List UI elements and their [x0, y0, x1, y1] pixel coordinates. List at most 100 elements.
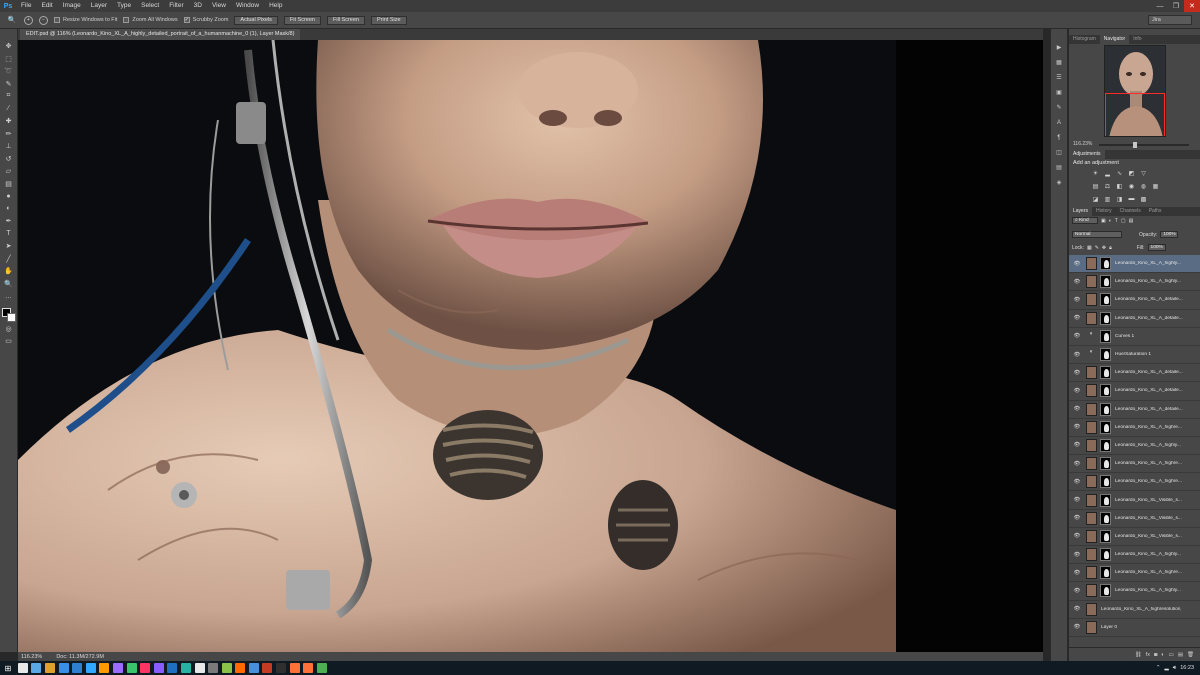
layer-thumbnail[interactable]: [1086, 438, 1097, 452]
layer-row[interactable]: 👁︎ Leonardo_Kino_XL_A_highre...: [1069, 419, 1200, 437]
menu-view[interactable]: View: [207, 0, 231, 12]
doc-size-readout[interactable]: Doc: 11.3M/272.9M: [56, 654, 104, 660]
clock[interactable]: 16:23: [1180, 665, 1194, 671]
tool-presets-icon[interactable]: ▤: [1054, 163, 1064, 172]
visibility-eye-icon[interactable]: 👁︎: [1073, 533, 1081, 539]
canvas-area[interactable]: [18, 40, 1043, 652]
hue-saturation-icon[interactable]: ▤: [1091, 182, 1100, 190]
visibility-eye-icon[interactable]: 👁︎: [1073, 461, 1081, 467]
taskbar-app-icon[interactable]: [221, 663, 232, 673]
layer-thumbnail[interactable]: [1086, 384, 1097, 398]
visibility-eye-icon[interactable]: 👁︎: [1073, 388, 1081, 394]
layer-thumbnail[interactable]: [1086, 529, 1097, 543]
dodge-tool-icon[interactable]: ◐: [3, 204, 15, 215]
taskbar-app-icon[interactable]: [112, 663, 123, 673]
play-icon[interactable]: ▶: [1054, 43, 1064, 52]
volume-icon[interactable]: 🔊︎: [1173, 665, 1176, 672]
scrubby-zoom-option[interactable]: ✓ Scrubby Zoom: [183, 17, 228, 23]
filter-pixel-icon[interactable]: ▣: [1101, 218, 1106, 224]
quick-select-tool-icon[interactable]: ✎: [3, 79, 15, 90]
visibility-eye-icon[interactable]: 👁︎: [1073, 515, 1081, 521]
layer-row[interactable]: 👁︎ Leonardo_Kino_XL_A_highre...: [1069, 455, 1200, 474]
lasso-tool-icon[interactable]: ➰: [3, 66, 15, 77]
kind-filter-select[interactable]: ⌕ Kind: [1072, 217, 1098, 224]
visibility-eye-icon[interactable]: 👁︎: [1073, 406, 1081, 412]
gradient-tool-icon[interactable]: ▤: [3, 179, 15, 190]
layer-mask-thumbnail[interactable]: [1100, 402, 1111, 416]
workspace-select[interactable]: Jira: [1148, 15, 1192, 25]
background-color-swatch[interactable]: [6, 312, 16, 322]
hand-tool-icon[interactable]: ✋: [3, 266, 15, 277]
start-button[interactable]: ⊞: [0, 661, 16, 675]
taskbar-app-icon[interactable]: [44, 663, 55, 673]
navigator-zoom-field[interactable]: 116.23%: [1073, 141, 1092, 147]
layer-row[interactable]: 👁︎ Layer 0: [1069, 619, 1200, 637]
visibility-eye-icon[interactable]: 👁︎: [1073, 315, 1081, 321]
color-lookup-icon[interactable]: ▦: [1151, 182, 1160, 190]
taskbar-app-icon[interactable]: [99, 663, 110, 673]
fit-screen-button[interactable]: Fit Screen: [283, 15, 321, 25]
threshold-icon[interactable]: ◨: [1115, 195, 1124, 203]
taskbar-app-icon[interactable]: [85, 663, 96, 673]
fill-field[interactable]: 100%: [1147, 244, 1166, 251]
quick-mask-icon[interactable]: ◎: [3, 324, 15, 335]
tab-channels[interactable]: Channels: [1116, 207, 1145, 216]
taskbar-app-icon[interactable]: [153, 663, 164, 673]
visibility-eye-icon[interactable]: 👁︎: [1073, 279, 1081, 285]
visibility-eye-icon[interactable]: 👁︎: [1073, 497, 1081, 503]
layer-mask-thumbnail[interactable]: [1100, 275, 1111, 289]
layer-row[interactable]: 👁︎ Leonardo_Kino_XL_Visible_s...: [1069, 528, 1200, 546]
navigator-slider-knob[interactable]: [1133, 142, 1137, 148]
menu-type[interactable]: Type: [112, 0, 136, 12]
taskbar-app-icon[interactable]: [180, 663, 191, 673]
layer-row[interactable]: 👁︎ ◐ Curves 1: [1069, 328, 1200, 346]
layer-mask-thumbnail[interactable]: [1100, 511, 1111, 525]
resize-windows-option[interactable]: Resize Windows to Fit: [54, 17, 117, 23]
layer-thumbnail[interactable]: [1086, 402, 1097, 416]
posterize-icon[interactable]: ▥: [1103, 195, 1112, 203]
layer-mask-thumbnail[interactable]: [1100, 529, 1111, 543]
layer-mask-thumbnail[interactable]: [1100, 329, 1111, 343]
layer-thumbnail[interactable]: [1086, 275, 1097, 289]
print-size-button[interactable]: Print Size: [370, 15, 407, 25]
layer-thumbnail[interactable]: [1086, 475, 1097, 489]
layer-mask-thumbnail[interactable]: [1100, 257, 1111, 271]
layer-mask-thumbnail[interactable]: [1100, 438, 1111, 452]
new-group-icon[interactable]: ▭: [1169, 652, 1174, 658]
taskbar-app-icon[interactable]: [140, 663, 151, 673]
taskbar-app-icon[interactable]: [262, 663, 273, 673]
taskbar-app-icon[interactable]: [194, 663, 205, 673]
blend-mode-select[interactable]: Normal: [1072, 231, 1122, 238]
layer-row[interactable]: 👁︎ Leonardo_Kino_XL_A_detaile...: [1069, 291, 1200, 310]
layer-row[interactable]: 👁︎ Leonardo_Kino_XL_A_detaile...: [1069, 310, 1200, 328]
visibility-eye-icon[interactable]: 👁︎: [1073, 606, 1081, 612]
character-icon[interactable]: A: [1054, 118, 1064, 127]
menu-filter[interactable]: Filter: [164, 0, 188, 12]
layer-thumbnail[interactable]: [1086, 257, 1097, 271]
menu-help[interactable]: Help: [264, 0, 287, 12]
taskbar-app-icon[interactable]: [276, 663, 287, 673]
layer-row[interactable]: 👁︎ Leonardo_Kino_XL_A_highre...: [1069, 473, 1200, 492]
swatches-icon[interactable]: ▣: [1054, 88, 1064, 97]
zoom-tool-icon[interactable]: 🔍: [3, 279, 15, 290]
paragraph-icon[interactable]: ¶: [1054, 133, 1064, 142]
tab-adjustments[interactable]: Adjustments: [1069, 150, 1105, 159]
taskbar-app-icon[interactable]: [303, 663, 314, 673]
menu-3d[interactable]: 3D: [189, 0, 207, 12]
zoom-in-icon[interactable]: +: [24, 15, 33, 25]
layer-style-icon[interactable]: fx: [1146, 652, 1150, 658]
layer-row[interactable]: 👁︎ Leonardo_Kino_XL_A_highre...: [1069, 564, 1200, 583]
tab-history[interactable]: History: [1092, 207, 1116, 216]
layer-mask-thumbnail[interactable]: [1100, 348, 1111, 362]
path-select-tool-icon[interactable]: ➤: [3, 241, 15, 252]
layer-thumbnail[interactable]: [1086, 584, 1097, 598]
visibility-eye-icon[interactable]: 👁︎: [1073, 552, 1081, 558]
layer-row[interactable]: 👁︎ Leonardo_Kino_XL_A_highresolution_...: [1069, 601, 1200, 619]
curves-icon[interactable]: ∿: [1115, 169, 1124, 177]
zoom-readout[interactable]: 116.23%: [21, 654, 42, 660]
layer-thumbnail[interactable]: [1086, 566, 1097, 580]
taskbar-app-icon[interactable]: [316, 663, 327, 673]
shape-tool-icon[interactable]: ╱: [3, 254, 15, 265]
zoom-out-icon[interactable]: −: [39, 15, 48, 25]
layer-row[interactable]: 👁︎ Leonardo_Kino_XL_A_highly...: [1069, 582, 1200, 601]
